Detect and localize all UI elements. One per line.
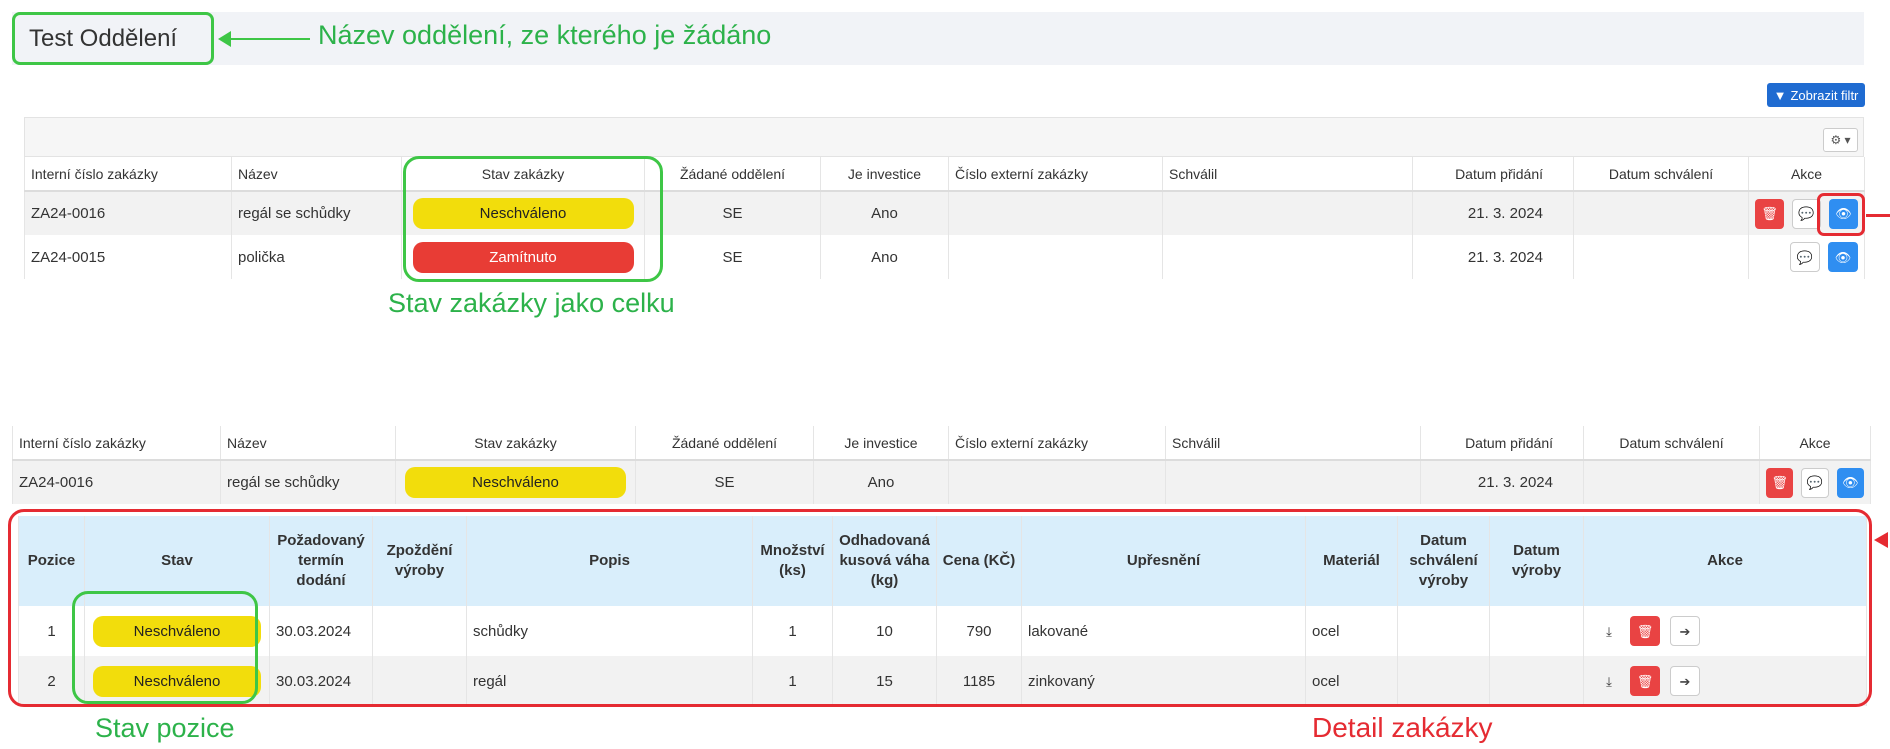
column-header[interactable]: Interní číslo zakázky [12,426,221,460]
column-header[interactable]: Schválil [1162,157,1413,191]
trash-icon: 🗑 [1771,475,1788,490]
trash-icon: 🗑 [1761,206,1778,221]
column-header: Akce [1748,157,1865,191]
is-investment: Ano [813,460,949,504]
date-added: 21. 3. 2024 [1412,191,1574,235]
expanded-orders-table: Interní číslo zakázky Název Stav zakázky… [12,426,1871,504]
date-approved [1573,235,1749,279]
status-column-highlight [403,156,663,282]
external-order-number [948,460,1166,504]
table-row[interactable]: ZA24-0016 regál se schůdky Neschváleno S… [24,191,1865,235]
order-status-annotation: Stav zakázky jako celku [388,288,675,318]
table-header-row: Interní číslo zakázky Název Stav zakázky… [12,426,1871,460]
external-order-number [948,191,1163,235]
column-header[interactable]: Je investice [820,157,949,191]
view-detail-button[interactable]: 👁 [1836,467,1864,498]
view-button-highlight [1817,193,1865,236]
show-filter-button[interactable]: ▼ Zobrazit filtr [1767,83,1865,107]
department-title: Test Oddělení [12,12,214,65]
column-header[interactable]: Žádané oddělení [644,157,821,191]
table-row[interactable]: ZA24-0016 regál se schůdky Neschváleno S… [12,460,1871,504]
comment-button[interactable]: 💬 [1801,467,1829,498]
eye-icon: 👁 [1842,475,1859,490]
annotation-arrow-head-icon [218,31,231,47]
column-header[interactable]: Stav zakázky [395,426,636,460]
eye-icon: 👁 [1834,249,1852,265]
order-detail-annotation: Detail zakázky [1312,712,1493,743]
status-badge: Neschváleno [405,467,626,498]
column-header[interactable]: Schválil [1165,426,1421,460]
orders-table: Interní číslo zakázky Název Stav zakázky… [24,157,1865,279]
column-header[interactable]: Název [220,426,396,460]
comment-icon: 💬 [1798,206,1815,221]
date-added: 21. 3. 2024 [1420,460,1584,504]
date-approved [1573,191,1749,235]
table-header-row: Interní číslo zakázky Název Stav zakázky… [24,157,1865,191]
column-header[interactable]: Datum schválení [1583,426,1760,460]
comment-icon: 💬 [1806,475,1824,490]
delete-button[interactable]: 🗑 [1754,198,1784,229]
order-number: ZA24-0016 [12,460,221,504]
approved-by [1162,235,1413,279]
column-header[interactable]: Číslo externí zakázky [948,426,1166,460]
order-number: ZA24-0016 [24,191,232,235]
is-investment: Ano [820,191,949,235]
view-detail-button[interactable]: 👁 [1828,242,1858,272]
order-name: regál se schůdky [231,191,402,235]
annotation-red-line [1866,214,1890,217]
column-header[interactable]: Je investice [813,426,949,460]
delete-button[interactable]: 🗑 [1766,467,1794,498]
date-approved [1583,460,1760,504]
gear-icon: ⚙ ▾ [1830,133,1851,147]
column-header: Akce [1759,426,1871,460]
column-header[interactable]: Název [231,157,402,191]
column-header[interactable]: Žádané oddělení [635,426,814,460]
approved-by [1165,460,1421,504]
column-header[interactable]: Číslo externí zakázky [948,157,1163,191]
column-header[interactable]: Interní číslo zakázky [24,157,232,191]
column-header[interactable]: Datum schválení [1573,157,1749,191]
column-settings-button[interactable]: ⚙ ▾ [1823,128,1858,152]
order-detail-highlight [8,509,1872,707]
table-row[interactable]: ZA24-0015 polička Zamítnuto SE Ano 21. 3… [24,235,1865,279]
annotation-red-arrow-icon [1874,532,1888,548]
annotation-arrow-line [225,38,310,40]
is-investment: Ano [820,235,949,279]
requested-department: SE [644,235,821,279]
position-status-annotation: Stav pozice [95,713,235,743]
order-name: polička [231,235,402,279]
order-name: regál se schůdky [220,460,396,504]
requested-department: SE [644,191,821,235]
approved-by [1162,191,1413,235]
requested-department: SE [635,460,814,504]
comment-button[interactable]: 💬 [1790,242,1820,272]
column-header[interactable]: Datum přidání [1420,426,1584,460]
order-number: ZA24-0015 [24,235,232,279]
external-order-number [948,235,1163,279]
comment-icon: 💬 [1796,249,1814,265]
date-added: 21. 3. 2024 [1412,235,1574,279]
show-filter-label: Zobrazit filtr [1790,87,1859,103]
position-status-highlight [72,591,258,704]
column-header[interactable]: Datum přidání [1412,157,1574,191]
filter-icon: ▼ [1773,87,1787,103]
department-annotation: Název oddělení, ze kterého je žádáno [318,20,772,50]
table-toolbar [24,117,1864,157]
